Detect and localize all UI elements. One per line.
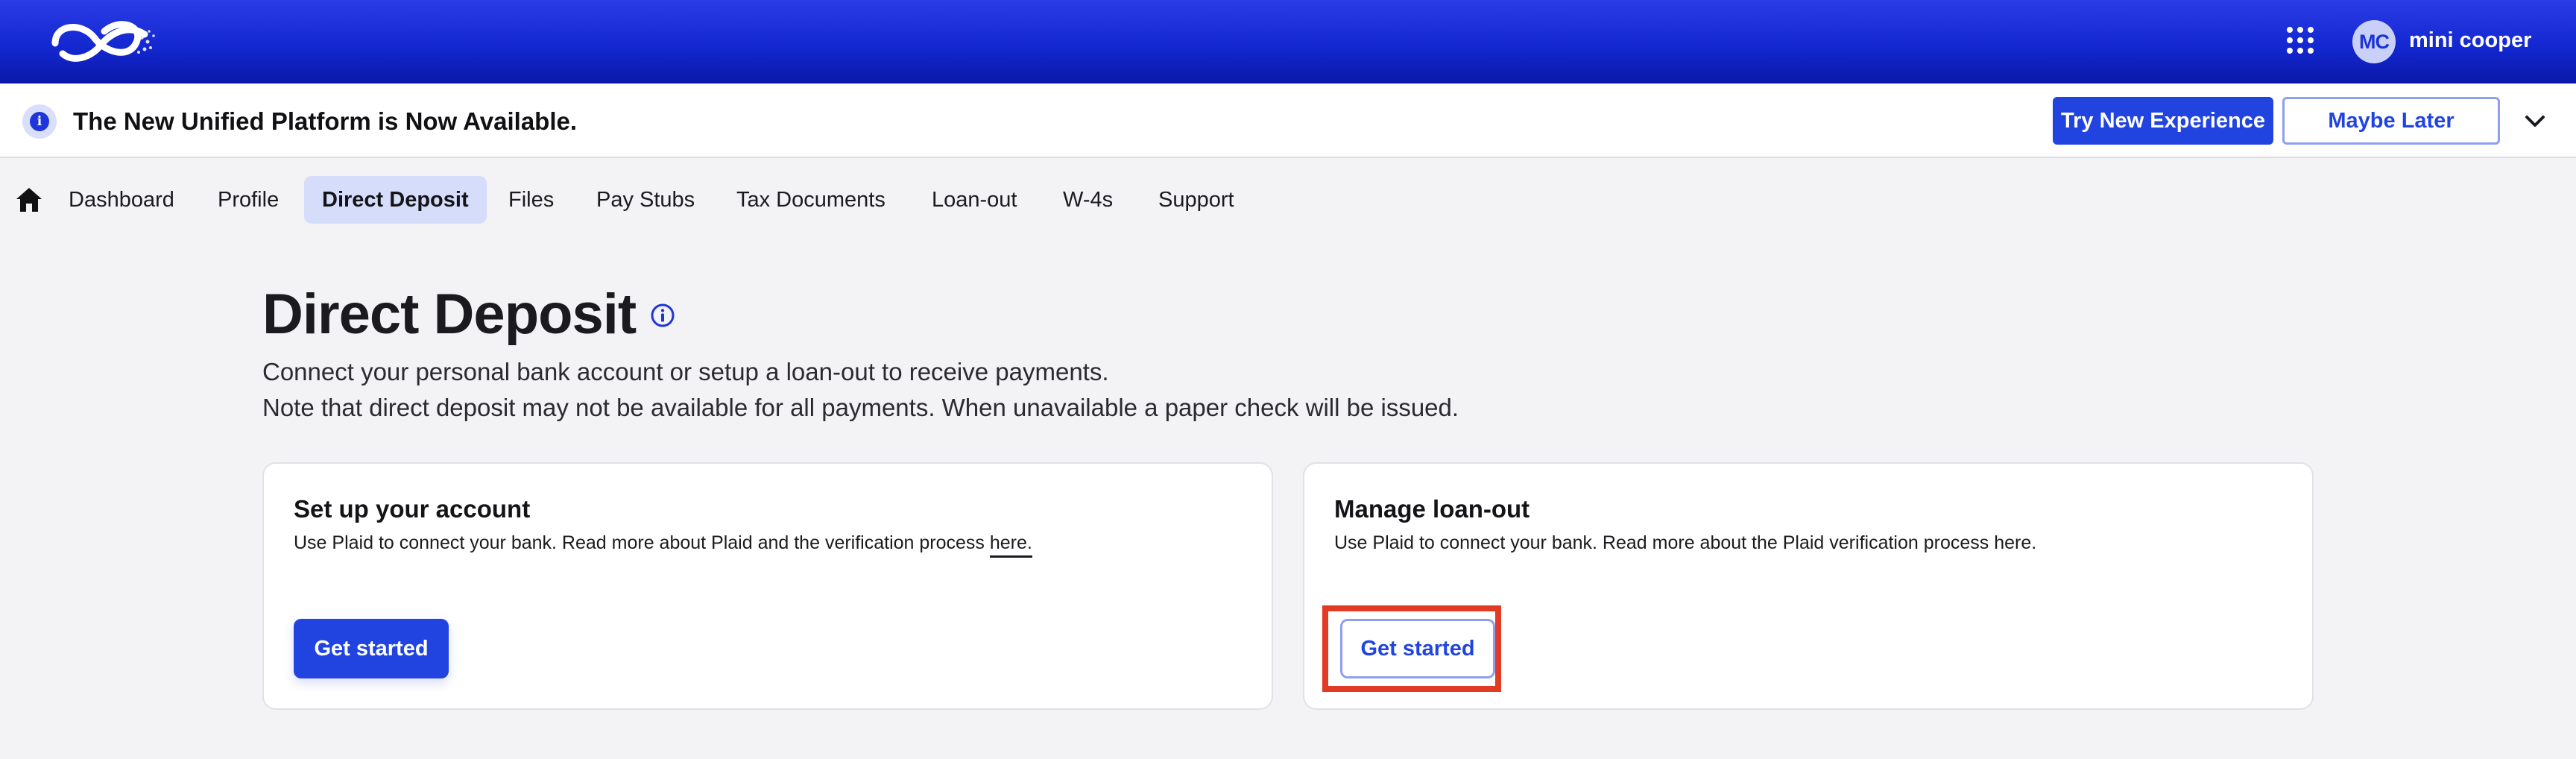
apps-grid-icon[interactable] [2287, 27, 2314, 54]
nav-item-w4s[interactable]: W-4s [1045, 176, 1131, 224]
logo[interactable] [48, 15, 160, 67]
nav-item-dashboard[interactable]: Dashboard [51, 176, 192, 224]
manage-loan-out-card: Manage loan-out Use Plaid to connect you… [1303, 462, 2314, 710]
card-description: Use Plaid to connect your bank. Read mor… [1334, 532, 2037, 553]
try-new-experience-button[interactable]: Try New Experience [2053, 97, 2273, 145]
card-title: Set up your account [294, 495, 531, 523]
user-name[interactable]: mini cooper [2409, 28, 2531, 53]
maybe-later-button[interactable]: Maybe Later [2282, 97, 2500, 145]
nav-item-profile[interactable]: Profile [200, 176, 297, 224]
intro-text: Connect your personal bank account or se… [262, 358, 1109, 385]
page-title: Direct Deposit [262, 283, 637, 346]
banner-message: The New Unified Platform is Now Availabl… [73, 107, 578, 135]
card-title: Manage loan-out [1334, 495, 1530, 523]
loan-out-get-started-button[interactable]: Get started [1340, 619, 1495, 678]
highlight-box: Get started [1322, 605, 1501, 692]
nav-item-loan-out[interactable]: Loan-out [914, 176, 1035, 224]
home-icon[interactable] [15, 186, 43, 213]
card-description-text: Use Plaid to connect your bank. Read mor… [294, 532, 990, 553]
nav-item-pay-stubs[interactable]: Pay Stubs [578, 176, 713, 224]
avatar[interactable]: MC [2352, 20, 2396, 63]
setup-account-card: Set up your account Use Plaid to connect… [262, 462, 1273, 710]
nav-item-support[interactable]: Support [1140, 176, 1252, 224]
nav-item-files[interactable]: Files [490, 176, 572, 224]
nav-item-direct-deposit[interactable]: Direct Deposit [304, 176, 487, 224]
top-header: MC mini cooper [0, 0, 2576, 84]
intro-note: Note that direct deposit may not be avai… [262, 394, 1459, 421]
info-icon: i [22, 104, 57, 139]
card-description: Use Plaid to connect your bank. Read mor… [294, 532, 1032, 558]
nav-item-tax-documents[interactable]: Tax Documents [719, 176, 903, 224]
here-link[interactable]: here. [989, 532, 1032, 558]
announcement-banner: i The New Unified Platform is Now Availa… [0, 84, 2576, 158]
info-icon[interactable] [650, 303, 675, 328]
main-nav: Dashboard Profile Direct Deposit Files P… [0, 173, 2576, 227]
get-started-button[interactable]: Get started [294, 619, 449, 678]
chevron-down-icon[interactable] [2522, 109, 2548, 134]
